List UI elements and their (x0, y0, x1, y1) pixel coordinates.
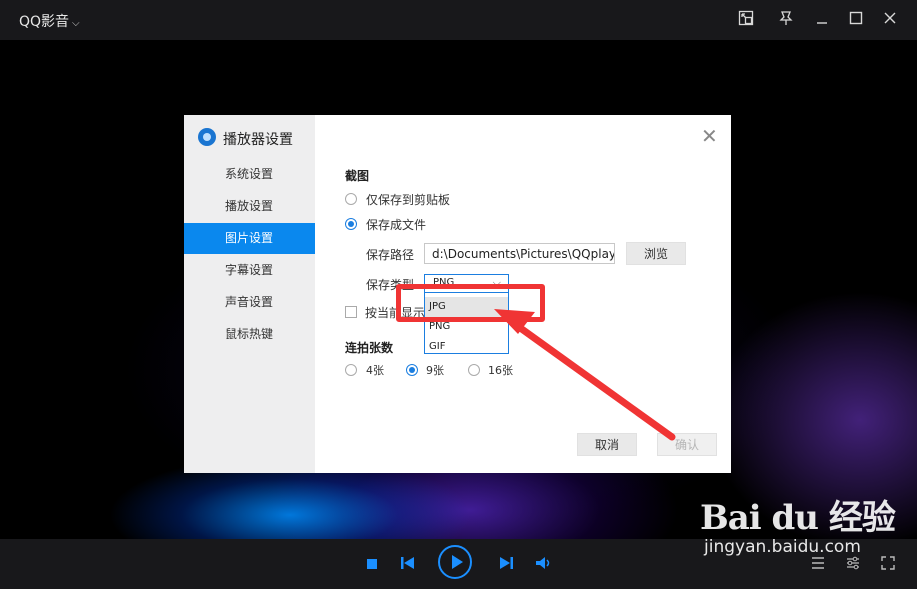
radio-burst-16-label[interactable]: 16张 (488, 362, 513, 378)
display-size-checkbox[interactable] (345, 306, 357, 318)
save-path-input[interactable] (424, 243, 615, 264)
nav-item-hotkeys[interactable]: 鼠标热键 (184, 319, 315, 350)
title-bar: QQ影音 ⌵ (0, 0, 917, 40)
settings-sidebar: 播放器设置 系统设置 播放设置 图片设置 字幕设置 声音设置 鼠标热键 (184, 115, 315, 473)
radio-burst-16[interactable] (468, 364, 480, 376)
dialog-close-icon[interactable]: ✕ (701, 126, 718, 146)
qq-player-logo-icon (198, 128, 216, 146)
dialog-title: 播放器设置 (223, 132, 293, 148)
screenshot-heading: 截图 (345, 169, 370, 183)
play-icon[interactable] (438, 545, 472, 579)
next-icon[interactable] (499, 557, 513, 572)
settings-sliders-icon[interactable] (846, 556, 860, 574)
mini-mode-icon[interactable] (736, 10, 756, 30)
nav-item-audio[interactable]: 声音设置 (184, 287, 315, 318)
nav-item-image[interactable]: 图片设置 (184, 223, 315, 254)
stop-icon[interactable] (367, 558, 377, 572)
cancel-button[interactable]: 取消 (577, 433, 637, 456)
minimize-icon[interactable] (812, 10, 832, 30)
chevron-down-icon: ⌵ (72, 18, 80, 29)
maximize-icon[interactable] (846, 10, 866, 30)
watermark-url: jingyan.baidu.com (704, 537, 861, 557)
burst-heading: 连拍张数 (345, 341, 394, 355)
nav-item-playback[interactable]: 播放设置 (184, 191, 315, 222)
save-path-label: 保存路径 (366, 248, 415, 262)
confirm-button[interactable]: 确认 (657, 433, 717, 456)
radio-burst-9-label[interactable]: 9张 (426, 362, 444, 378)
previous-icon[interactable] (401, 557, 415, 572)
nav-item-system[interactable]: 系统设置 (184, 159, 315, 190)
radio-clipboard-label[interactable]: 仅保存到剪贴板 (366, 191, 450, 208)
fullscreen-icon[interactable] (881, 556, 895, 574)
app-menu[interactable]: QQ影音 ⌵ (19, 11, 80, 31)
browse-button[interactable]: 浏览 (626, 242, 686, 265)
watermark-logo: Bai du 经验 (700, 498, 896, 538)
close-icon[interactable] (880, 10, 900, 30)
radio-clipboard[interactable] (345, 193, 357, 205)
annotation-highlight-box (396, 284, 545, 322)
radio-burst-9[interactable] (406, 364, 418, 376)
app-title: QQ影音 (19, 14, 70, 30)
playlist-icon[interactable] (811, 556, 825, 574)
radio-save-file-label[interactable]: 保存成文件 (366, 216, 426, 233)
volume-icon[interactable] (536, 557, 552, 572)
pin-icon[interactable] (776, 10, 796, 30)
baidu-jingyan-watermark: Bai du 经验 jingyan.baidu.com (700, 490, 917, 557)
radio-burst-4-label[interactable]: 4张 (366, 362, 384, 378)
dropdown-option-gif[interactable]: GIF (425, 337, 508, 357)
radio-burst-4[interactable] (345, 364, 357, 376)
nav-item-subtitle[interactable]: 字幕设置 (184, 255, 315, 286)
radio-save-file[interactable] (345, 218, 357, 230)
